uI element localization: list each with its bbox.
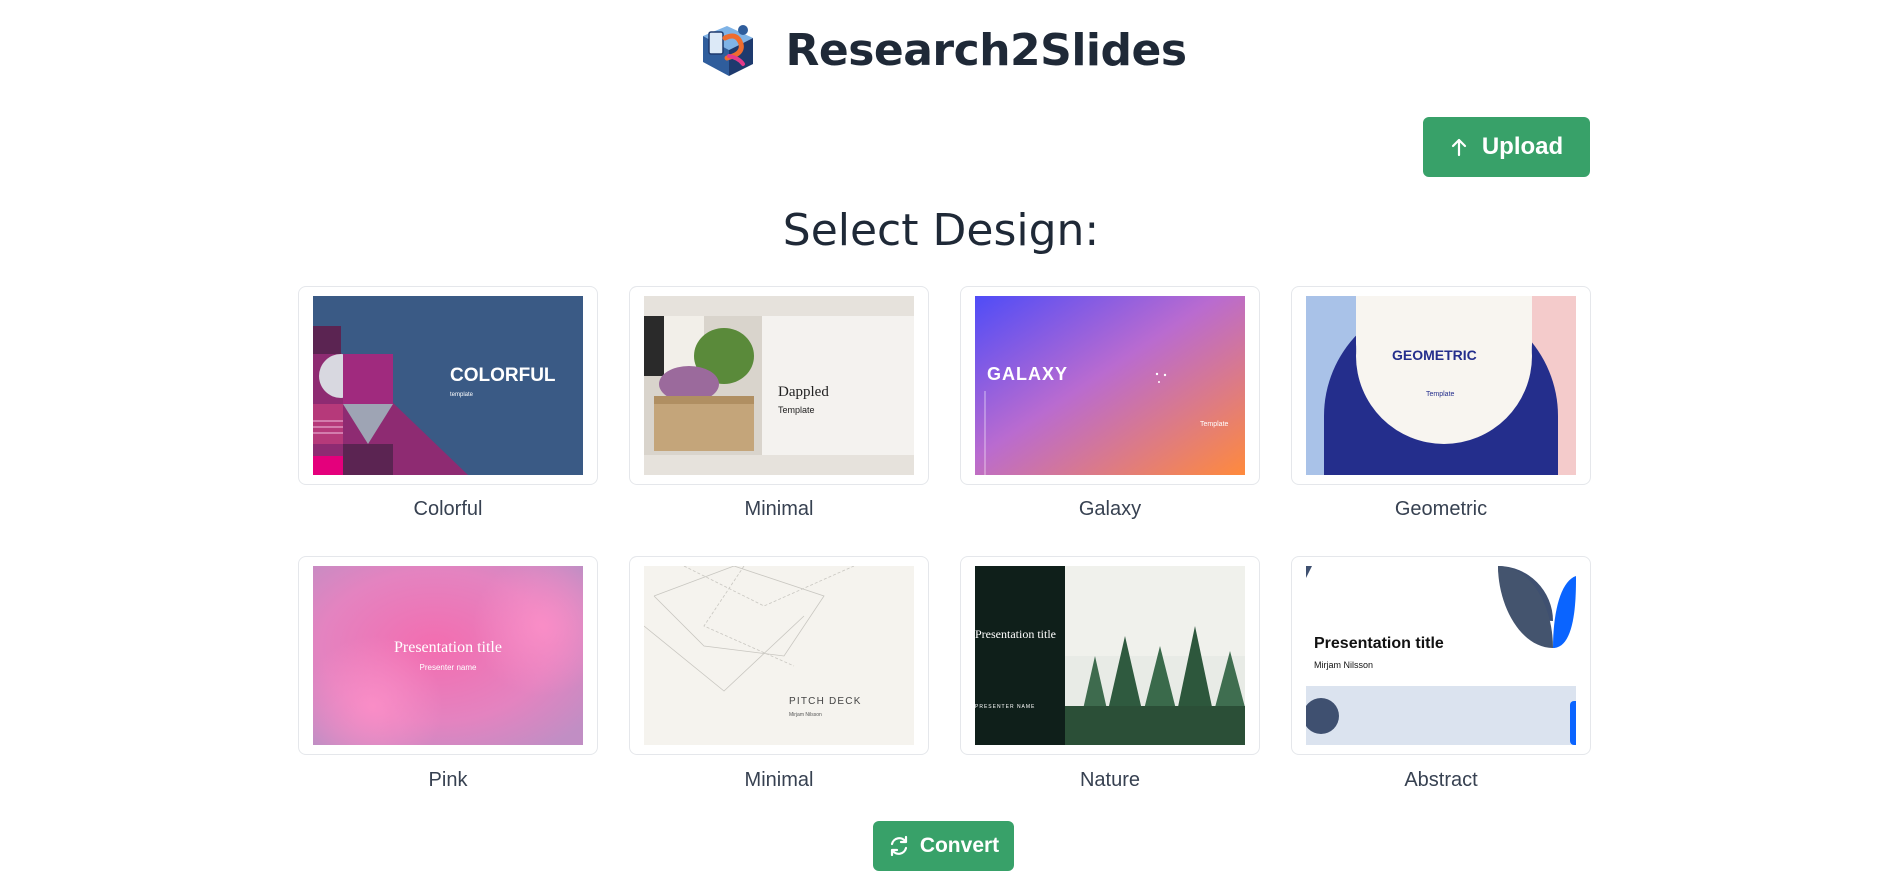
thumb-subtitle: Template <box>1200 421 1229 428</box>
design-card-nature[interactable]: Presentation title PRESENTER NAME <box>960 556 1260 755</box>
design-thumbnail: PITCH DECK Mirjam Nilsson <box>644 566 914 745</box>
app-title: Research2Slides <box>785 24 1187 76</box>
design-card-geometric[interactable]: GEOMETRIC Template <box>1291 286 1591 485</box>
thumb-title: COLORFUL <box>450 365 556 386</box>
design-thumbnail: Dappled Template <box>644 296 914 475</box>
design-card-colorful[interactable]: COLORFUL template <box>298 286 598 485</box>
design-card-minimal-pitch[interactable]: PITCH DECK Mirjam Nilsson <box>629 556 929 755</box>
thumb-title: Presentation title <box>975 627 1056 641</box>
design-card-pink[interactable]: Presentation title Presenter name <box>298 556 598 755</box>
design-label: Colorful <box>413 498 483 520</box>
design-label: Minimal <box>744 498 814 520</box>
thumb-subtitle: template <box>450 392 474 398</box>
upload-button[interactable]: Upload <box>1423 117 1590 177</box>
app-header: Research2Slides <box>0 10 1882 90</box>
thumb-title: GEOMETRIC <box>1392 347 1477 363</box>
design-thumbnail: COLORFUL template <box>313 296 583 475</box>
design-thumbnail: Presentation title PRESENTER NAME <box>975 566 1245 745</box>
design-thumbnail: GEOMETRIC Template <box>1306 296 1576 475</box>
design-label: Minimal <box>744 769 814 791</box>
thumb-title: Presentation title <box>394 639 502 656</box>
thumb-subtitle: Template <box>1426 391 1455 398</box>
thumb-title: Dappled <box>778 384 829 400</box>
design-label: Abstract <box>1404 769 1478 791</box>
thumb-subtitle: Mirjam Nilsson <box>789 712 822 718</box>
design-card-galaxy[interactable]: GALAXY Template <box>960 286 1260 485</box>
design-thumbnail: Presentation title Presenter name <box>313 566 583 745</box>
design-label: Pink <box>428 769 468 791</box>
convert-label: Convert <box>919 834 1000 857</box>
thumb-subtitle: Mirjam Nilsson <box>1314 660 1373 670</box>
thumb-title: PITCH DECK <box>789 696 862 707</box>
r2s-logo-icon <box>703 25 754 76</box>
design-label: Nature <box>1079 769 1141 791</box>
design-card-minimal-dappled[interactable]: Dappled Template <box>629 286 929 485</box>
thumb-title: Presentation title <box>1314 635 1444 652</box>
thumb-subtitle: Presenter name <box>420 663 477 672</box>
arrow-up-icon <box>1451 138 1466 157</box>
upload-label: Upload <box>1481 133 1564 160</box>
thumb-subtitle: PRESENTER NAME <box>975 704 1035 710</box>
convert-button[interactable]: Convert <box>873 821 1014 871</box>
design-label: Geometric <box>1394 498 1488 520</box>
design-label: Galaxy <box>1078 498 1142 520</box>
refresh-icon <box>890 835 907 857</box>
design-thumbnail: GALAXY Template <box>975 296 1245 475</box>
section-title: Select Design: <box>782 205 1100 256</box>
thumb-subtitle: Template <box>778 405 815 415</box>
thumb-title: GALAXY <box>987 364 1068 384</box>
design-thumbnail: Presentation title Mirjam Nilsson <box>1306 566 1576 745</box>
design-card-abstract[interactable]: Presentation title Mirjam Nilsson <box>1291 556 1591 755</box>
